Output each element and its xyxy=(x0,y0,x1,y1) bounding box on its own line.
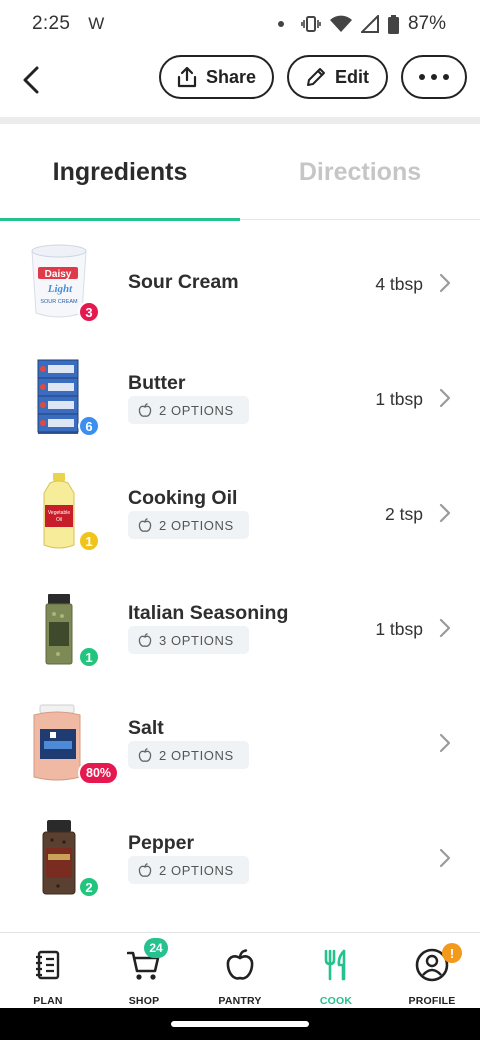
edit-label: Edit xyxy=(335,66,369,87)
nav-pantry[interactable]: PANTRY xyxy=(192,933,288,1009)
tab-ingredients[interactable]: Ingredients xyxy=(0,124,240,221)
ingredient-quantity: 1 tbsp xyxy=(375,619,423,639)
battery-icon xyxy=(387,14,399,34)
apple-outline-icon xyxy=(138,747,152,762)
ingredient-row-salt[interactable]: 80% Salt 2 OPTIONS xyxy=(0,685,480,800)
options-chip[interactable]: 3 OPTIONS xyxy=(128,626,249,654)
chevron-right-icon xyxy=(439,618,451,638)
options-chip[interactable]: 2 OPTIONS xyxy=(128,396,249,424)
apple-outline-icon xyxy=(138,402,152,417)
svg-text:Light: Light xyxy=(47,283,73,295)
chevron-left-icon xyxy=(23,66,39,94)
apple-icon xyxy=(220,947,260,983)
apple-outline-icon xyxy=(138,517,152,532)
options-label: 2 OPTIONS xyxy=(159,747,234,763)
ingredient-name: Pepper xyxy=(128,832,195,854)
recipe-tabs: Ingredients Directions xyxy=(0,124,480,221)
ingredient-name: Salt xyxy=(128,717,164,739)
signal-icon xyxy=(360,15,379,33)
more-dot xyxy=(431,74,437,80)
nav-label: PLAN xyxy=(33,995,63,1007)
chevron-right-icon xyxy=(439,273,451,293)
stock-count-badge: 3 xyxy=(78,301,100,323)
ingredient-row-pepper[interactable]: 2 Pepper 2 OPTIONS xyxy=(0,800,480,915)
bottom-navigation: PLAN 24 SHOP PANTRY COOK ! PROFILE xyxy=(0,932,480,1008)
pencil-icon xyxy=(307,68,325,86)
ingredient-name: Sour Cream xyxy=(128,271,239,293)
notebook-icon xyxy=(28,947,68,983)
apple-outline-icon xyxy=(138,862,152,877)
status-bar: 2:25 W 87% xyxy=(0,0,480,48)
status-time: 2:25 xyxy=(32,13,71,34)
ingredient-row-cooking-oil[interactable]: Vegetable Oil 1 Cooking Oil 2 OPTIONS 2 … xyxy=(0,455,480,570)
top-app-bar: Share Edit xyxy=(0,48,480,112)
edit-button[interactable]: Edit xyxy=(287,55,388,99)
stock-level-badge: 80% xyxy=(78,761,120,785)
options-label: 2 OPTIONS xyxy=(159,517,234,533)
nav-label: COOK xyxy=(319,995,353,1007)
back-button[interactable] xyxy=(14,62,48,98)
chevron-right-icon xyxy=(439,388,451,408)
ingredient-quantity: 1 tbsp xyxy=(375,389,423,409)
options-label: 2 OPTIONS xyxy=(159,402,234,418)
options-label: 2 OPTIONS xyxy=(159,862,234,878)
nav-label: PROFILE xyxy=(408,995,456,1007)
more-dot xyxy=(443,74,449,80)
ingredient-name: Italian Seasoning xyxy=(128,602,289,624)
tab-directions[interactable]: Directions xyxy=(240,124,480,220)
svg-text:Oil: Oil xyxy=(56,517,62,523)
system-navigation-bar xyxy=(0,1008,480,1040)
nav-shop[interactable]: 24 SHOP xyxy=(96,933,192,1009)
stock-count-badge: 1 xyxy=(78,646,100,668)
chevron-right-icon xyxy=(439,848,451,868)
ingredient-name: Butter xyxy=(128,372,186,394)
notification-dot-icon xyxy=(277,21,284,27)
utensils-icon xyxy=(316,947,356,983)
apple-outline-icon xyxy=(138,632,152,647)
chevron-right-icon xyxy=(439,733,451,753)
carrier-glyph: W xyxy=(88,14,105,33)
options-label: 3 OPTIONS xyxy=(159,632,234,648)
header-divider xyxy=(0,117,480,124)
nav-cook[interactable]: COOK xyxy=(288,933,384,1009)
chevron-right-icon xyxy=(439,503,451,523)
share-button[interactable]: Share xyxy=(159,55,274,99)
nav-label: PANTRY xyxy=(218,995,262,1007)
more-options-button[interactable] xyxy=(401,55,467,99)
vibrate-icon xyxy=(301,16,321,32)
share-icon xyxy=(177,66,197,88)
ingredient-row-sour-cream[interactable]: Daisy Light SOUR CREAM 3 Sour Cream 4 tb… xyxy=(0,225,480,340)
svg-text:Daisy: Daisy xyxy=(45,269,72,280)
stock-count-badge: 2 xyxy=(78,876,100,898)
home-gesture-handle[interactable] xyxy=(171,1021,309,1027)
options-chip[interactable]: 2 OPTIONS xyxy=(128,856,249,884)
stock-count-badge: 1 xyxy=(78,530,100,552)
ingredient-quantity: 2 tsp xyxy=(385,504,423,524)
svg-text:Vegetable: Vegetable xyxy=(48,510,70,516)
nav-label: SHOP xyxy=(128,995,160,1007)
more-dots-icon xyxy=(419,74,425,80)
stock-count-badge: 6 xyxy=(78,415,100,437)
svg-text:SOUR CREAM: SOUR CREAM xyxy=(40,299,78,305)
wifi-icon xyxy=(329,15,352,32)
battery-percent: 87% xyxy=(407,13,446,34)
cart-count-badge: 24 xyxy=(144,938,168,958)
profile-alert-badge: ! xyxy=(442,943,462,963)
ingredient-row-butter[interactable]: 6 Butter 2 OPTIONS 1 tbsp xyxy=(0,340,480,455)
nav-plan[interactable]: PLAN xyxy=(0,933,96,1009)
nav-profile[interactable]: ! PROFILE xyxy=(384,933,480,1009)
ingredient-row-italian-seasoning[interactable]: 1 Italian Seasoning 3 OPTIONS 1 tbsp xyxy=(0,570,480,685)
options-chip[interactable]: 2 OPTIONS xyxy=(128,511,249,539)
ingredient-quantity: 4 tbsp xyxy=(375,274,423,294)
ingredient-name: Cooking Oil xyxy=(128,487,238,509)
share-label: Share xyxy=(205,66,257,87)
status-icons: 87% xyxy=(277,13,446,35)
options-chip[interactable]: 2 OPTIONS xyxy=(128,741,249,769)
